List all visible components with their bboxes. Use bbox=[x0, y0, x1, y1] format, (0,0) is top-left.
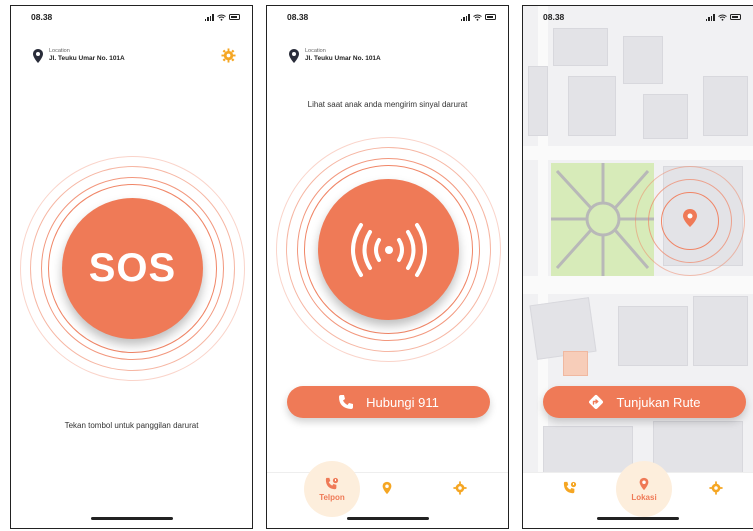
location-header[interactable]: Location Jl. Teuku Umar No. 101A bbox=[33, 48, 125, 63]
battery-icon bbox=[730, 14, 741, 20]
subtitle-text: Lihat saat anak anda mengirim sinyal dar… bbox=[307, 100, 468, 109]
tab-settings[interactable] bbox=[453, 481, 467, 495]
location-address: Jl. Teuku Umar No. 101A bbox=[49, 55, 125, 62]
tab-lokasi[interactable]: Lokasi bbox=[616, 461, 672, 517]
sos-label: SOS bbox=[88, 246, 177, 290]
tab-label-lokasi: Lokasi bbox=[631, 492, 657, 502]
sos-screen: 08.38 Location Jl. Teuku Umar No. 101A S… bbox=[10, 5, 253, 529]
location-address: Jl. Teuku Umar No. 101A bbox=[305, 55, 381, 62]
gear-icon bbox=[709, 481, 723, 495]
status-time: 08.38 bbox=[287, 12, 309, 22]
tab-telpon[interactable]: Telpon bbox=[304, 461, 360, 517]
route-icon bbox=[589, 395, 604, 409]
tab-label-telpon: Telpon bbox=[319, 492, 345, 502]
signal-icon bbox=[460, 13, 470, 21]
signal-icon bbox=[204, 13, 214, 21]
call-button-label: Hubungi 911 bbox=[366, 394, 439, 410]
status-bar: 08.38 bbox=[523, 6, 753, 28]
location-header[interactable]: Location Jl. Teuku Umar No. 101A bbox=[289, 48, 381, 63]
location-label: Location bbox=[305, 48, 326, 54]
wifi-icon bbox=[473, 14, 482, 21]
status-time: 08.38 bbox=[543, 12, 565, 22]
wifi-icon bbox=[718, 14, 727, 21]
gear-icon[interactable] bbox=[221, 48, 236, 63]
map-view[interactable] bbox=[523, 6, 753, 528]
home-indicator bbox=[346, 517, 429, 520]
battery-icon bbox=[485, 14, 496, 20]
phone-icon bbox=[339, 395, 354, 409]
broadcast-icon bbox=[350, 222, 427, 277]
route-button-label: Tunjukan Rute bbox=[616, 394, 701, 410]
status-bar: 08.38 bbox=[11, 6, 252, 28]
call-911-button[interactable]: Hubungi 911 bbox=[287, 386, 490, 418]
status-bar: 08.38 bbox=[267, 6, 508, 28]
tab-settings[interactable] bbox=[709, 481, 723, 495]
map-location-screen: 08.38 Tunjukan Rute Lokasi bbox=[522, 5, 753, 529]
location-label: Location bbox=[49, 48, 70, 54]
show-route-button[interactable]: Tunjukan Rute bbox=[543, 386, 746, 418]
phone-alert-icon bbox=[325, 477, 339, 489]
emergency-signal-screen: 08.38 Location Jl. Teuku Umar No. 101A L… bbox=[266, 5, 509, 529]
tab-telpon[interactable] bbox=[563, 481, 577, 495]
tab-location[interactable] bbox=[380, 481, 394, 495]
hint-text: Tekan tombol untuk panggilan darurat bbox=[64, 421, 199, 430]
wifi-icon bbox=[217, 14, 226, 21]
location-pin-icon bbox=[382, 481, 392, 495]
home-indicator bbox=[597, 517, 679, 520]
home-indicator bbox=[90, 517, 173, 520]
status-time: 08.38 bbox=[31, 12, 53, 22]
signal-icon bbox=[705, 13, 715, 21]
app-mockups: 08.38 Location Jl. Teuku Umar No. 101A S… bbox=[0, 0, 753, 531]
battery-icon bbox=[229, 14, 240, 20]
phone-alert-icon bbox=[563, 481, 577, 494]
location-pin-icon bbox=[33, 48, 43, 63]
map-pin-icon[interactable] bbox=[683, 209, 697, 227]
sos-button[interactable]: SOS bbox=[62, 198, 203, 339]
location-pin-icon bbox=[289, 48, 299, 63]
gear-icon bbox=[453, 481, 467, 495]
location-pin-icon bbox=[639, 477, 649, 490]
signal-button[interactable] bbox=[318, 179, 459, 320]
